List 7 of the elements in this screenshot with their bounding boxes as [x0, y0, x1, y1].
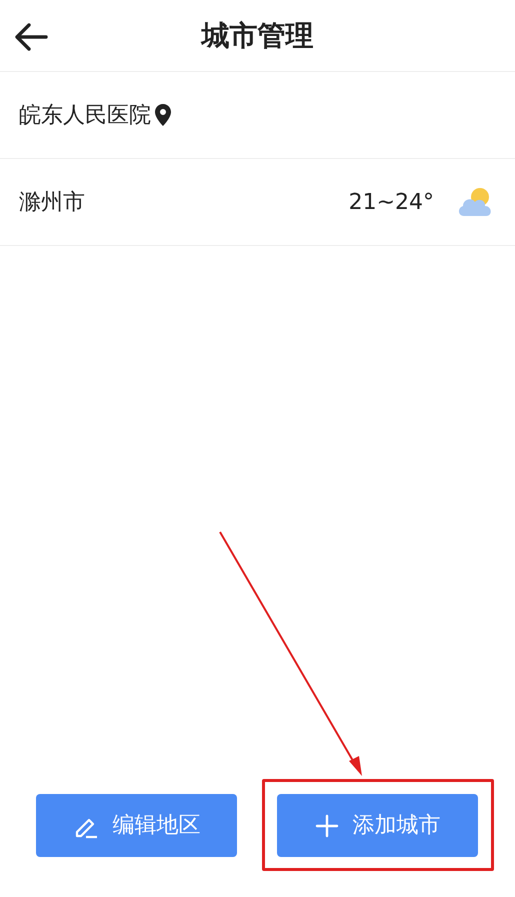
location-pin-icon [154, 104, 172, 126]
back-icon[interactable] [14, 22, 48, 52]
city-name[interactable]: 皖东人民医院 [19, 98, 151, 132]
page-title: 城市管理 [202, 18, 314, 54]
city-name[interactable]: 滁州市 [19, 186, 85, 218]
plus-icon [314, 814, 338, 838]
temperature-range: 21~24° [348, 188, 434, 216]
